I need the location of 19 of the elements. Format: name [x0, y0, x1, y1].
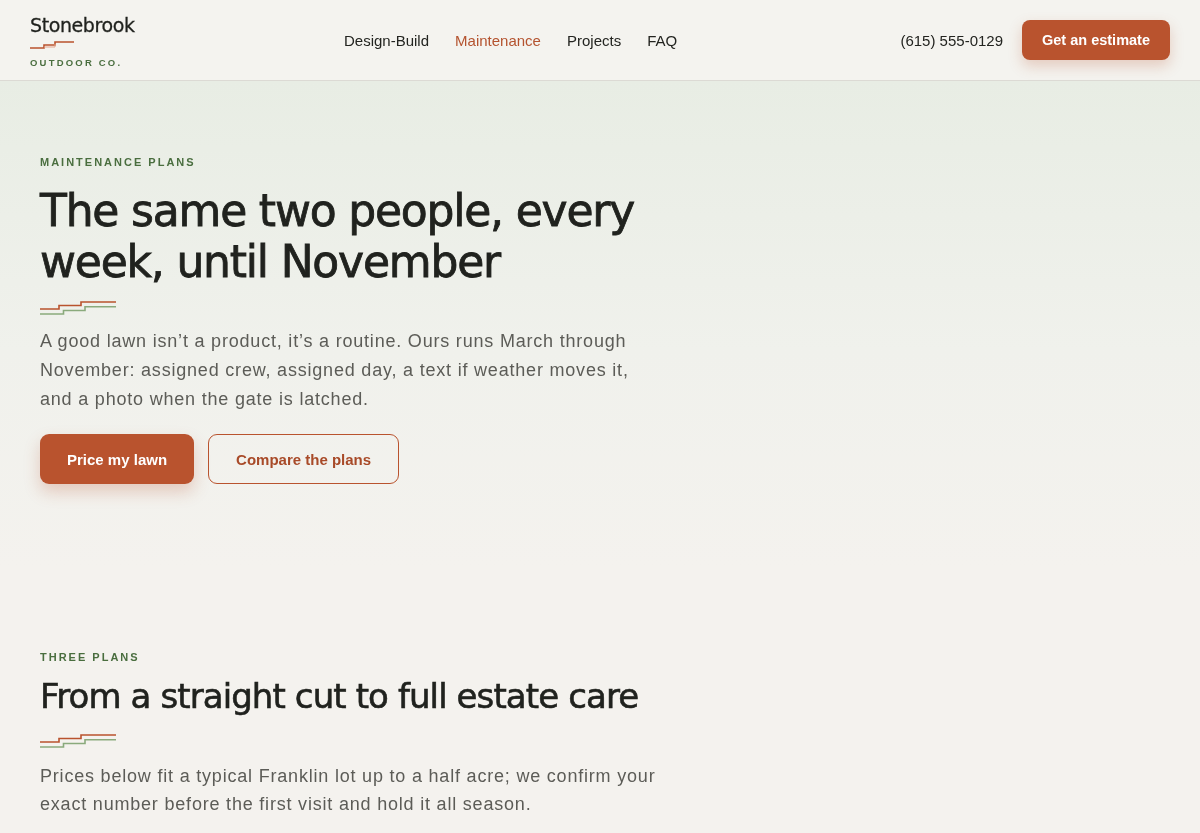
price-lawn-button[interactable]: Price my lawn	[40, 434, 195, 484]
nav-link[interactable]: Design-Build	[344, 32, 430, 49]
nav-link[interactable]: FAQ	[647, 32, 678, 49]
eyebrow-text: MAINTENANCE PLANS	[40, 155, 197, 169]
eyebrow-text: THREE PLANS	[40, 650, 141, 664]
stair-line-icon	[40, 301, 116, 315]
stair-line-icon	[30, 41, 74, 49]
hero-heading: The same two people, every week, until November	[40, 185, 635, 287]
logo-wordmark: Stonebrook	[30, 13, 135, 37]
phone-link[interactable]: (615) 555-0129	[900, 31, 1003, 49]
section-intro-text: Prices below fit a typical Franklin lot up to a half acre; we confirm your exact number before the first visit and hold it all season.	[40, 765, 657, 816]
hero-intro-text: A good lawn isn’t a product, it’s a routine. Ours runs March through November: assigned crew, assigned day, a text if weather moves it, and a photo when the gate is latched.	[40, 330, 630, 411]
section-heading: From a straight cut to full estate care	[40, 675, 640, 718]
nav-link[interactable]: Projects	[566, 32, 622, 49]
compare-plans-button[interactable]: Compare the plans	[208, 434, 400, 484]
stair-line-icon	[40, 734, 116, 748]
logo-tagline: OUTDOOR CO.	[30, 57, 123, 69]
nav-link[interactable]: Maintenance	[455, 32, 541, 49]
estimate-button[interactable]: Get an estimate	[1022, 20, 1170, 60]
